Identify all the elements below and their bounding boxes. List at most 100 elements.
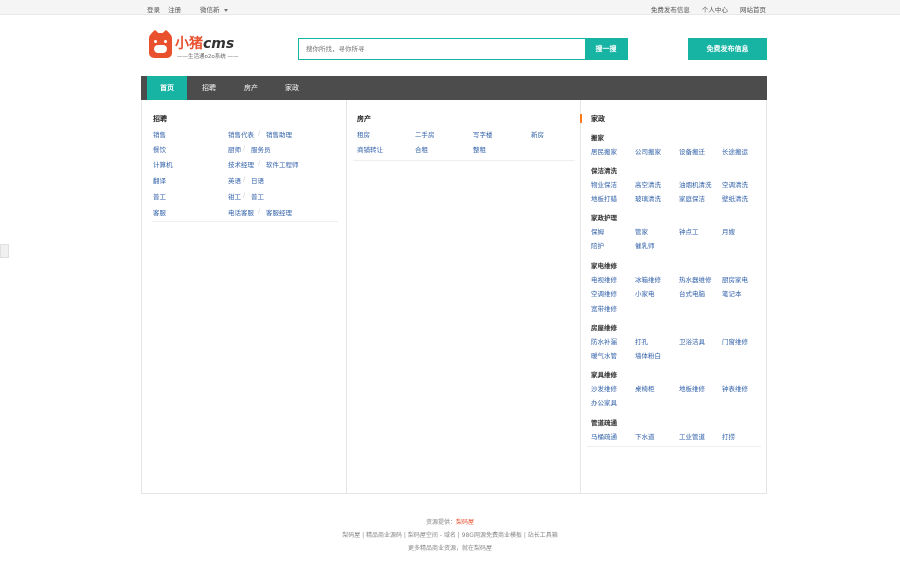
post-info-button[interactable]: 免费发布信息 [688,38,767,60]
service-link[interactable]: 钟表维修 [722,383,748,393]
group-title: 房屋维修 [591,324,617,332]
service-link[interactable]: 玻璃清洗 [635,193,661,203]
group-title: 家政护理 [591,214,617,222]
service-link[interactable]: 门窗维修 [722,336,748,346]
service-link[interactable]: 桌椅柜 [635,383,655,393]
group-title: 管道疏通 [591,419,617,427]
footer-links[interactable]: 梨码屋 | 精品商业源码 | 梨码屋空间 - 域名 | 98G网源免费商业模板 … [0,530,900,539]
service-link[interactable]: 长途搬运 [722,146,748,156]
nav-item-recruit[interactable]: 招聘 [191,76,227,100]
service-link[interactable]: 电视维修 [591,274,617,284]
recruit-sub-link[interactable]: 软件工程师 [266,159,299,169]
house-link-secondhand[interactable]: 二手房 [415,129,435,139]
recruit-sub-link[interactable]: 技术经理 [228,159,254,169]
recruit-sub-link[interactable]: 服务员 [251,144,271,154]
search-button[interactable]: 搜一搜 [585,39,627,59]
footer-credit: 资源提供：梨码屋 [0,517,900,526]
service-link[interactable]: 空调清洗 [722,179,748,189]
user-center-link[interactable]: 个人中心 [702,6,728,14]
service-link[interactable]: 地板打蜡 [591,193,617,203]
wechat-dropdown[interactable]: 微信新 [200,4,228,14]
service-link[interactable]: 物业保洁 [591,179,617,189]
recruit-sub-link[interactable]: 客服经理 [266,207,292,217]
footer-credit-link[interactable]: 梨码屋 [456,519,474,526]
service-link[interactable]: 空调维修 [591,288,617,298]
top-post-link[interactable]: 免费发布信息 [651,6,690,14]
nav-item-homeservice[interactable]: 家政 [274,76,310,100]
service-link[interactable]: 防水补漏 [591,336,617,346]
search-input[interactable] [299,39,585,59]
service-link[interactable]: 油烟机清洗 [679,179,712,189]
recruit-cat-sales[interactable]: 销售 [153,129,166,139]
section-marker [580,114,582,123]
separator: / [258,129,261,137]
service-link[interactable]: 下水道 [635,431,655,441]
service-link[interactable]: 卫浴洁具 [679,336,705,346]
service-link[interactable]: 笔记本 [722,288,742,298]
house-link-shop[interactable]: 商铺转让 [357,144,383,154]
service-link[interactable]: 地板维修 [679,383,705,393]
service-link[interactable]: 台式电脑 [679,288,705,298]
service-link[interactable]: 家庭保洁 [679,193,705,203]
nav-item-house[interactable]: 房产 [233,76,269,100]
service-link[interactable]: 陪护 [591,240,604,250]
main-nav: 首页 招聘 房产 家政 [141,76,767,100]
service-link[interactable]: 打捞 [722,431,735,441]
house-column: 房产 租房 二手房 写字楼 新房 商铺转让 合租 整租 [346,100,580,493]
service-link[interactable]: 厨房家电 [722,274,748,284]
service-link[interactable]: 公司搬家 [635,146,661,156]
service-link[interactable]: 钟点工 [679,226,699,236]
service-link[interactable]: 暖气水管 [591,350,617,360]
login-link[interactable]: 登录 [147,6,160,14]
recruit-cat-catering[interactable]: 餐饮 [153,144,166,154]
service-link[interactable]: 热水器维修 [679,274,712,284]
side-float-tab[interactable] [0,244,9,258]
nav-item-home[interactable]: 首页 [147,76,187,100]
house-link-new[interactable]: 新房 [531,129,544,139]
register-link[interactable]: 注册 [168,6,181,14]
service-link[interactable]: 壁纸清洗 [722,193,748,203]
house-title: 房产 [357,115,371,123]
service-link[interactable]: 打孔 [635,336,648,346]
house-link-whole[interactable]: 整租 [473,144,486,154]
site-logo[interactable]: 小猪cms ——生活通o2o系统 —— [149,29,239,61]
recruit-sub-link[interactable]: 钳工 [228,191,241,201]
auth-links: 登录 注册 [147,4,187,14]
service-link[interactable]: 工业管道 [679,431,705,441]
service-link[interactable]: 保姆 [591,226,604,236]
service-link[interactable]: 催乳师 [635,240,655,250]
recruit-sub-link[interactable]: 厨师 [228,144,241,154]
recruit-sub-link[interactable]: 销售代表 [228,129,254,139]
recruit-sub-link[interactable]: 销售助理 [266,129,292,139]
home-link[interactable]: 网站首页 [740,6,766,14]
house-link-share[interactable]: 合租 [415,144,428,154]
homeservice-title: 家政 [591,115,605,123]
service-link[interactable]: 沙发维修 [591,383,617,393]
service-link[interactable]: 小家电 [635,288,655,298]
service-link[interactable]: 冰箱维修 [635,274,661,284]
divider [152,221,338,222]
house-link-office[interactable]: 写字楼 [473,129,493,139]
service-link[interactable]: 墙体粉白 [635,350,661,360]
recruit-sub-link[interactable]: 日语 [251,175,264,185]
recruit-cat-translate[interactable]: 翻译 [153,175,166,185]
recruit-sub-link[interactable]: 英语 [228,175,241,185]
group-title: 保洁清洗 [591,167,617,175]
service-link[interactable]: 管家 [635,226,648,236]
recruit-sub-link[interactable]: 电话客服 [228,207,254,217]
top-bar: 登录 注册 微信新 免费发布信息 个人中心 网站首页 [0,0,900,15]
service-link[interactable]: 办公家具 [591,397,617,407]
service-link[interactable]: 设备搬迁 [679,146,705,156]
service-link[interactable]: 马桶疏通 [591,431,617,441]
recruit-cat-worker[interactable]: 普工 [153,191,166,201]
house-link-rent[interactable]: 租房 [357,129,370,139]
service-link[interactable]: 高空清洗 [635,179,661,189]
recruit-sub-link[interactable]: 普工 [251,191,264,201]
service-link[interactable]: 月嫂 [722,226,735,236]
recruit-cat-computer[interactable]: 计算机 [153,159,173,169]
service-link[interactable]: 宽带维修 [591,303,617,313]
footer: 资源提供：梨码屋 梨码屋 | 精品商业源码 | 梨码屋空间 - 域名 | 98G… [0,517,900,556]
service-link[interactable]: 居民搬家 [591,146,617,156]
recruit-cat-service[interactable]: 客服 [153,207,166,217]
homeservice-column: 家政 搬家 居民搬家 公司搬家 设备搬迁 长途搬运 保洁清洗 物业保洁 高空清洗… [580,100,767,493]
